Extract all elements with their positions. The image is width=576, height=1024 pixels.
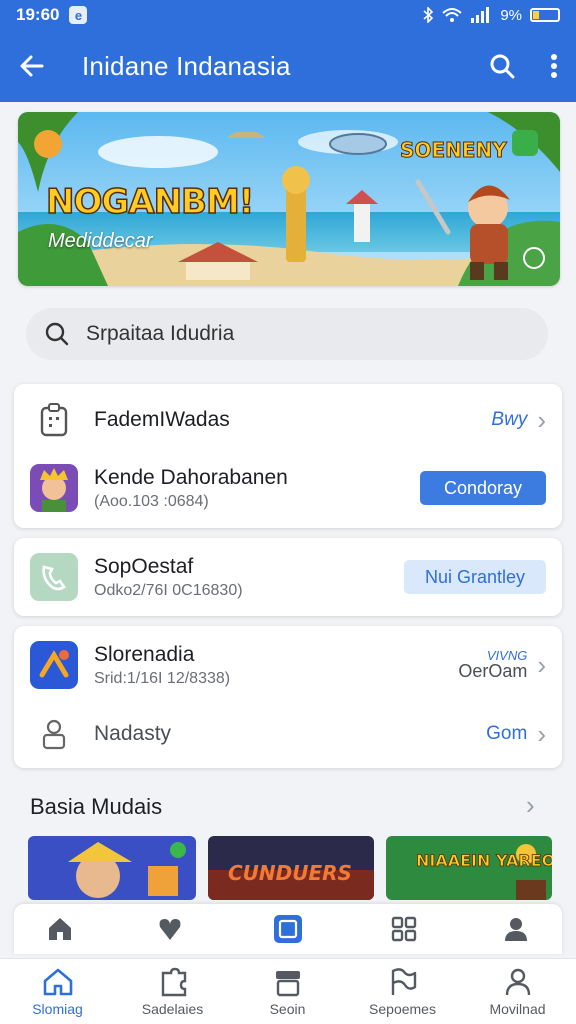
- status-bar: 19:60 e 9%: [0, 0, 576, 30]
- status-bottom-label: OerOam: [458, 661, 528, 682]
- status-indicators: 9%: [422, 7, 560, 24]
- thumbnail-title: NIAAEIN YAREO: [416, 851, 552, 870]
- list-card-2: SopOestaf Odko2/76I 0C16830) Nui Grantle…: [14, 538, 562, 616]
- back-arrow-icon[interactable]: [18, 52, 46, 80]
- nui-grantley-button[interactable]: Nui Grantley: [404, 560, 546, 594]
- list-item-nadasty[interactable]: Nadasty Gom ›: [14, 704, 562, 764]
- status-stack[interactable]: VIVNG OerOam: [458, 649, 527, 682]
- status-top-label: VIVNG: [486, 647, 528, 663]
- flag-icon: [391, 968, 416, 995]
- nav-label: Sepoemes: [369, 1001, 436, 1017]
- wifi-icon: [442, 8, 462, 22]
- more-vert-icon[interactable]: [550, 53, 558, 79]
- list-item-fademiwadas[interactable]: FademIWadas Bwy ›: [14, 392, 562, 448]
- list-item-slorenadia[interactable]: Slorenadia Srid:1/16I 12/8338) VIVNG Oer…: [14, 634, 562, 696]
- account-icon[interactable]: [500, 913, 532, 945]
- item-subtitle: Odko2/76I 0C16830): [94, 581, 243, 599]
- list-card-1: FademIWadas Bwy › Kende Dahorabanen (Aoo…: [14, 384, 562, 528]
- quick-toolbar: [14, 904, 562, 954]
- thumbnail-strip: CUNDUERS NIAAEIN YAREO: [28, 836, 552, 900]
- bluetooth-icon: [423, 7, 434, 23]
- signal-icon: [471, 7, 490, 23]
- person-icon: [505, 968, 530, 996]
- promo-banner[interactable]: NOGANBM! Mediddecar SOENENY: [18, 112, 560, 286]
- store-icon: [275, 971, 300, 997]
- home-icon[interactable]: [44, 913, 76, 945]
- search-input[interactable]: Srpaitaa Idudria: [26, 308, 548, 360]
- nav-item-store[interactable]: Seoin: [230, 959, 345, 1024]
- battery-percent: 9%: [500, 6, 522, 24]
- banner-subtitle: Mediddecar: [48, 230, 153, 252]
- battery-icon: [530, 8, 560, 22]
- search-text: Srpaitaa Idudria: [86, 322, 235, 345]
- person-outline-icon: [30, 710, 78, 758]
- nav-item-puzzle[interactable]: Sadelaies: [115, 959, 230, 1024]
- app-bar: Inidane Indanasia: [0, 30, 576, 102]
- section-title: Basia Mudais: [30, 794, 163, 819]
- item-subtitle: (Aoo.103 :0684): [94, 492, 209, 510]
- list-item-sopoestaf[interactable]: SopOestaf Odko2/76I 0C16830) Nui Grantle…: [14, 546, 562, 608]
- game-thumbnail[interactable]: [28, 836, 196, 900]
- item-label: Nadasty: [94, 722, 172, 745]
- game-thumbnail[interactable]: NIAAEIN YAREO: [386, 836, 552, 900]
- puzzle-icon: [161, 967, 186, 997]
- nav-label: Slomiag: [32, 1001, 83, 1017]
- document-icon: [30, 396, 78, 444]
- app-badge-icon: e: [69, 6, 88, 24]
- thumbnail-title: CUNDUERS: [228, 861, 352, 885]
- tablet-icon[interactable]: [272, 913, 304, 945]
- nav-item-profile[interactable]: Movilnad: [460, 959, 575, 1024]
- search-field-icon: [45, 322, 69, 346]
- item-title: SopOestaf: [94, 554, 194, 578]
- buy-link[interactable]: Bwy: [491, 409, 527, 431]
- phone-app-icon: [30, 553, 78, 601]
- chevron-right-icon[interactable]: ›: [537, 650, 546, 681]
- item-title: Slorenadia: [94, 642, 195, 666]
- section-chevron-right-icon[interactable]: ›: [526, 790, 535, 821]
- nav-label: Sadelaies: [141, 1001, 204, 1017]
- list-card-3: Slorenadia Srid:1/16I 12/8338) VIVNG Oer…: [14, 626, 562, 768]
- banner-tagline: SOENENY: [400, 138, 508, 163]
- chevron-right-icon[interactable]: ›: [537, 405, 546, 436]
- grid-icon[interactable]: [388, 913, 420, 945]
- nav-item-home[interactable]: Slomiag: [0, 959, 115, 1024]
- status-time: 19:60: [16, 5, 60, 24]
- condoray-button[interactable]: Condoray: [420, 471, 546, 505]
- banner-headline: NOGANBM!: [45, 181, 255, 223]
- list-item-kende[interactable]: Kende Dahorabanen (Aoo.103 :0684) Condor…: [14, 456, 562, 520]
- chevron-right-icon[interactable]: ›: [537, 719, 546, 750]
- nav-label: Seoin: [269, 1001, 306, 1017]
- app-icon-kende: [30, 464, 78, 512]
- item-subtitle: Srid:1/16I 12/8338): [94, 669, 231, 687]
- gom-link[interactable]: Gom: [486, 723, 527, 745]
- game-thumbnail[interactable]: CUNDUERS: [208, 836, 374, 900]
- nav-label: Movilnad: [489, 1001, 546, 1017]
- bottom-navigation: Slomiag Sadelaies Seoin Sepoemes Movilna…: [0, 958, 576, 1024]
- item-title: Kende Dahorabanen: [94, 465, 288, 489]
- home-outline-icon: [43, 968, 72, 996]
- item-label: FademIWadas: [94, 408, 230, 431]
- heart-icon[interactable]: [154, 913, 186, 945]
- app-icon-slorenadia: [30, 641, 78, 689]
- nav-item-flag[interactable]: Sepoemes: [345, 959, 460, 1024]
- search-icon[interactable]: [488, 52, 516, 80]
- page-title: Inidane Indanasia: [82, 50, 291, 81]
